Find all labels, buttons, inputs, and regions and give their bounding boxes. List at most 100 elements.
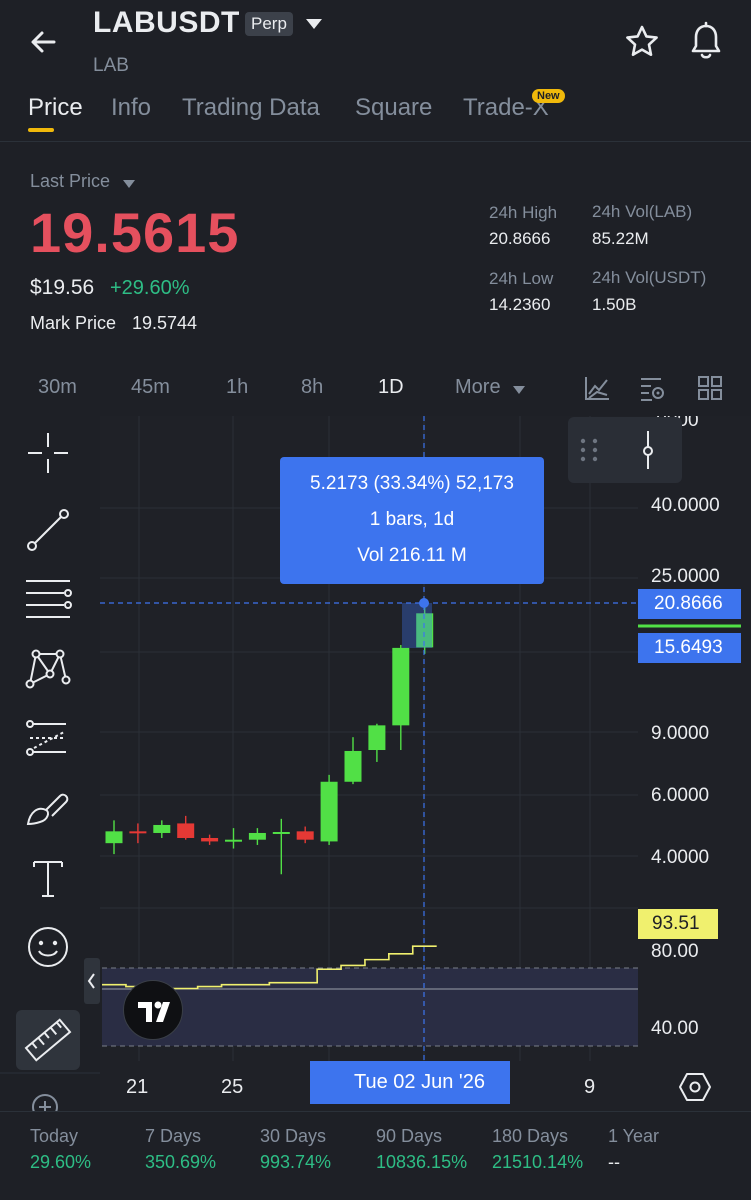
bell-icon[interactable] (686, 20, 726, 62)
perf-label-30d: 30 Days (260, 1126, 327, 1146)
perf-value-180d: 21510.14% (492, 1152, 584, 1172)
perf-value-7d: 350.69% (145, 1152, 217, 1172)
crosshair-point (419, 598, 429, 608)
fib-retracement-icon (26, 580, 72, 618)
price-axis-label: 40.0000 (651, 495, 720, 516)
back-arrow-icon[interactable] (24, 22, 64, 62)
time-axis-label: 9 (584, 1076, 595, 1098)
measure-volume: Vol 216.11 M (357, 545, 467, 566)
price-axis-label: 4.0000 (651, 847, 709, 868)
usd-price: $19.56 (30, 276, 95, 299)
indicator-axis-label: 40.00 (651, 1018, 699, 1039)
candle-body (129, 831, 147, 834)
perf-value-30d: 993.74% (260, 1152, 332, 1172)
prediction-tool[interactable] (20, 712, 76, 768)
interval-45m[interactable]: 45m (131, 376, 170, 399)
layout-grid-icon[interactable] (697, 375, 723, 401)
tab-square[interactable]: Square (355, 94, 432, 122)
ruler-tool[interactable] (16, 1010, 80, 1070)
crosshair-price-tag: 20.8666 (638, 589, 741, 619)
price-change-percent: +29.60% (110, 277, 190, 299)
caret-down-icon[interactable] (512, 382, 526, 394)
price-axis-label: 25.0000 (651, 566, 720, 587)
brush-icon (26, 793, 69, 826)
mark-price-value: 19.5744 (132, 313, 198, 333)
measure-bars: 1 bars, 1d (369, 509, 455, 530)
perf-label-180d: 180 Days (492, 1126, 569, 1146)
vol-usdt-label: 24h Vol(USDT) (592, 268, 707, 287)
last-price-value: 19.5615 (30, 201, 240, 264)
active-tab-indicator (28, 128, 54, 132)
emoji-tool[interactable] (20, 919, 76, 975)
candle-body (201, 837, 219, 842)
tab-info[interactable]: Info (111, 94, 151, 122)
last-price-label[interactable]: Last Price (30, 171, 110, 192)
pattern-tool[interactable] (20, 640, 76, 696)
mark-price-label: Mark Price (30, 313, 117, 333)
interval-30m[interactable]: 30m (38, 376, 77, 399)
crosshair-date-tag: Tue 02 Jun '26 (310, 1061, 510, 1104)
text-tool[interactable] (20, 850, 76, 906)
symbol-title[interactable]: LABUSDT (93, 6, 240, 40)
pattern-icon (25, 649, 71, 689)
perp-badge: Perp (245, 12, 293, 36)
tradingview-logo-icon[interactable] (123, 980, 183, 1040)
candle-body (225, 839, 242, 842)
time-axis-label: 21 (126, 1076, 148, 1098)
chart-settings-hex-icon[interactable] (678, 1070, 712, 1104)
candle-body (296, 831, 314, 840)
low-24h-value: 14.2360 (489, 295, 551, 314)
brush-tool[interactable] (20, 782, 76, 838)
caret-down-icon[interactable] (122, 176, 136, 188)
perf-value-1y: -- (608, 1152, 620, 1172)
low-24h-label: 24h Low (489, 269, 554, 288)
time-axis-label: 25 (221, 1076, 243, 1098)
candle-body (368, 725, 386, 751)
line-style-icon (643, 431, 653, 469)
collapse-sidebar-icon[interactable] (84, 958, 100, 1004)
candle-body (105, 831, 123, 844)
candle-body (272, 831, 290, 834)
interval-1d[interactable]: 1D (378, 376, 404, 399)
measure-price-tag: 15.6493 (638, 633, 741, 663)
high-24h-label: 24h High (489, 203, 558, 222)
base-asset-label: LAB (93, 55, 129, 76)
perf-value-90d: 10836.15% (376, 1152, 468, 1172)
text-icon (33, 861, 63, 897)
perf-label-7d: 7 Days (145, 1126, 202, 1146)
fib-retracement-tool[interactable] (20, 573, 76, 629)
measure-change: 5.2173 (33.34%) 52,173 (310, 473, 514, 494)
crosshair-icon (28, 433, 68, 473)
candle-body (177, 823, 195, 838)
perf-label-today: Today (30, 1126, 79, 1146)
trend-line-tool[interactable] (20, 502, 76, 558)
crosshair-tool[interactable] (20, 425, 76, 481)
star-icon[interactable] (622, 22, 662, 62)
vol-lab-label: 24h Vol(LAB) (592, 202, 693, 221)
tab-price[interactable]: Price (28, 94, 83, 122)
chart-settings-icon[interactable] (639, 374, 667, 402)
candle-body (392, 647, 410, 726)
price-axis-label: 9.0000 (651, 723, 709, 744)
new-badge: New (532, 89, 565, 103)
indicator-value-tag: 93.51 (638, 909, 718, 939)
add-drawing-icon[interactable] (30, 1092, 60, 1111)
perf-label-1y: 1 Year (608, 1126, 660, 1146)
tab-trading-data[interactable]: Trading Data (182, 94, 320, 122)
interval-more[interactable]: More (455, 376, 501, 399)
drag-handle-icon (580, 438, 598, 462)
caret-down-icon[interactable] (304, 16, 324, 32)
high-24h-value: 20.8666 (489, 229, 551, 248)
interval-8h[interactable]: 8h (301, 376, 323, 399)
indicator-chart-icon[interactable] (583, 374, 611, 402)
prediction-icon (26, 720, 66, 756)
candle-body (153, 824, 171, 833)
vol-lab-value: 85.22M (592, 229, 649, 248)
candle-body (320, 781, 338, 842)
divider (0, 141, 751, 142)
indicator-axis-label: 80.00 (651, 941, 699, 962)
floating-toolbar[interactable] (568, 417, 682, 483)
interval-1h[interactable]: 1h (226, 376, 248, 399)
vol-usdt-value: 1.50B (592, 295, 637, 314)
measure-area (402, 603, 432, 648)
